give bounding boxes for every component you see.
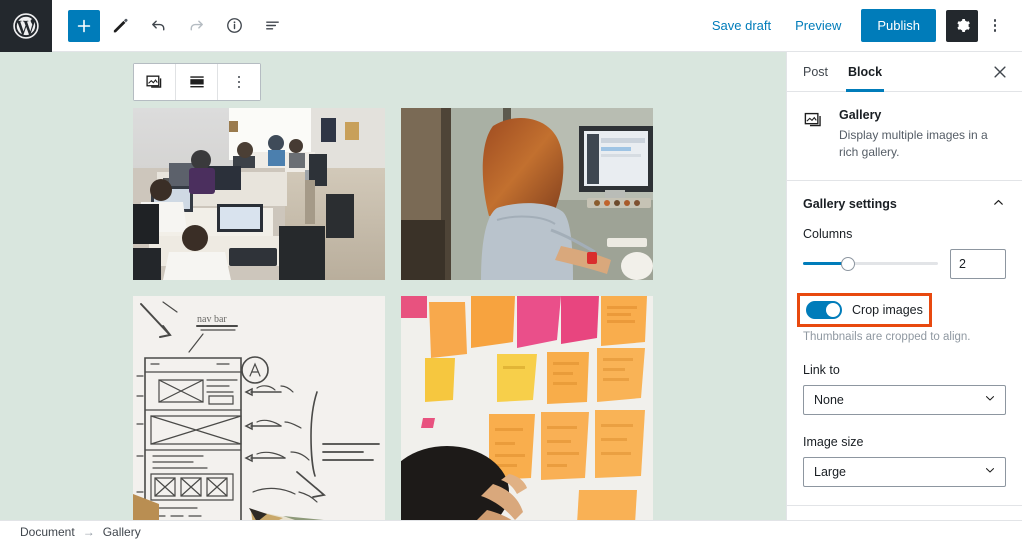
crop-images-highlight: Crop images (797, 292, 932, 327)
crop-images-toggle[interactable] (806, 300, 842, 319)
breadcrumb: Document → Gallery (0, 520, 1022, 543)
block-align-button[interactable] (176, 64, 218, 100)
breadcrumb-item-document[interactable]: Document (20, 525, 75, 539)
gallery-block[interactable]: nav bar (133, 108, 653, 520)
gallery-image-2[interactable] (401, 108, 653, 280)
link-to-select[interactable]: None (803, 384, 1006, 415)
link-to-label: Link to (803, 362, 840, 377)
link-to-group: Link to None (803, 363, 1006, 415)
gallery-grid: nav bar (133, 108, 653, 520)
image-size-select[interactable]: Large (803, 456, 1006, 487)
crop-images-help-text: Thumbnails are cropped to align. (803, 330, 971, 343)
wordpress-logo-icon[interactable] (0, 0, 52, 52)
save-draft-button[interactable]: Save draft (700, 12, 783, 39)
edit-mode-button[interactable] (102, 8, 138, 44)
settings-sidebar: Post Block Gallery Display multiple imag… (786, 52, 1022, 536)
block-options-button[interactable] (218, 64, 260, 100)
svg-text:nav bar: nav bar (197, 314, 227, 325)
gallery-settings-title: Gallery settings (803, 196, 897, 211)
chevron-up-icon (991, 195, 1006, 213)
tab-block[interactable]: Block (838, 52, 892, 92)
undo-button[interactable] (140, 8, 176, 44)
close-x-icon (994, 65, 1006, 78)
columns-number-input[interactable] (950, 248, 1006, 279)
image-size-group: Image size Large (803, 435, 1006, 487)
gallery-settings-body: Columns Crop images Thumbnails are cr (787, 227, 1022, 505)
editor-tools-group (52, 8, 290, 44)
sidebar-tabs: Post Block (787, 52, 1022, 92)
image-size-value: Large (814, 464, 846, 479)
gallery-image-1[interactable] (133, 108, 385, 280)
kebab-menu-icon (237, 75, 241, 89)
gallery-settings-toggle[interactable]: Gallery settings (787, 181, 1022, 227)
gallery-icon (803, 108, 827, 162)
content-info-button[interactable] (216, 8, 252, 44)
close-sidebar-button[interactable] (984, 56, 1016, 88)
breadcrumb-separator: → (82, 525, 95, 539)
image-size-label: Image size (803, 434, 864, 449)
chevron-down-icon (983, 463, 997, 480)
breadcrumb-item-gallery[interactable]: Gallery (103, 525, 141, 539)
block-info-text: Gallery Display multiple images in a ric… (839, 108, 1006, 162)
publish-button[interactable]: Publish (861, 9, 936, 42)
add-block-button[interactable] (68, 9, 100, 42)
slider-thumb[interactable] (840, 256, 855, 271)
redo-button[interactable] (178, 8, 214, 44)
publish-actions-group: Save draft Preview Publish (700, 9, 1022, 42)
editor-canvas: nav bar (0, 52, 786, 520)
toggle-knob (826, 302, 840, 317)
more-options-button[interactable] (980, 10, 1010, 42)
block-description: Display multiple images in a rich galler… (839, 128, 988, 160)
crop-images-label: Crop images (852, 302, 923, 317)
tab-post[interactable]: Post (793, 52, 838, 91)
columns-label: Columns (803, 226, 853, 241)
columns-slider[interactable] (803, 255, 938, 273)
editor-top-bar: Save draft Preview Publish (0, 0, 1022, 52)
wordpress-block-editor: Save draft Preview Publish nav bar Post … (0, 0, 1022, 543)
gallery-image-4[interactable] (401, 296, 653, 520)
gallery-image-3[interactable]: nav bar (133, 296, 385, 520)
chevron-down-icon (983, 391, 997, 408)
preview-button[interactable]: Preview (783, 12, 853, 39)
block-title: Gallery (839, 108, 882, 122)
block-toolbar (133, 63, 261, 101)
block-info-card: Gallery Display multiple images in a ric… (787, 92, 1022, 181)
block-navigation-button[interactable] (254, 8, 290, 44)
settings-gear-button[interactable] (946, 9, 978, 42)
block-type-gallery-button[interactable] (134, 64, 176, 100)
gallery-settings-panel: Gallery settings Columns 2 Crop images T… (787, 181, 1022, 506)
columns-control-row (803, 248, 1006, 279)
link-to-value: None (814, 392, 844, 407)
kebab-menu-icon (993, 19, 997, 32)
